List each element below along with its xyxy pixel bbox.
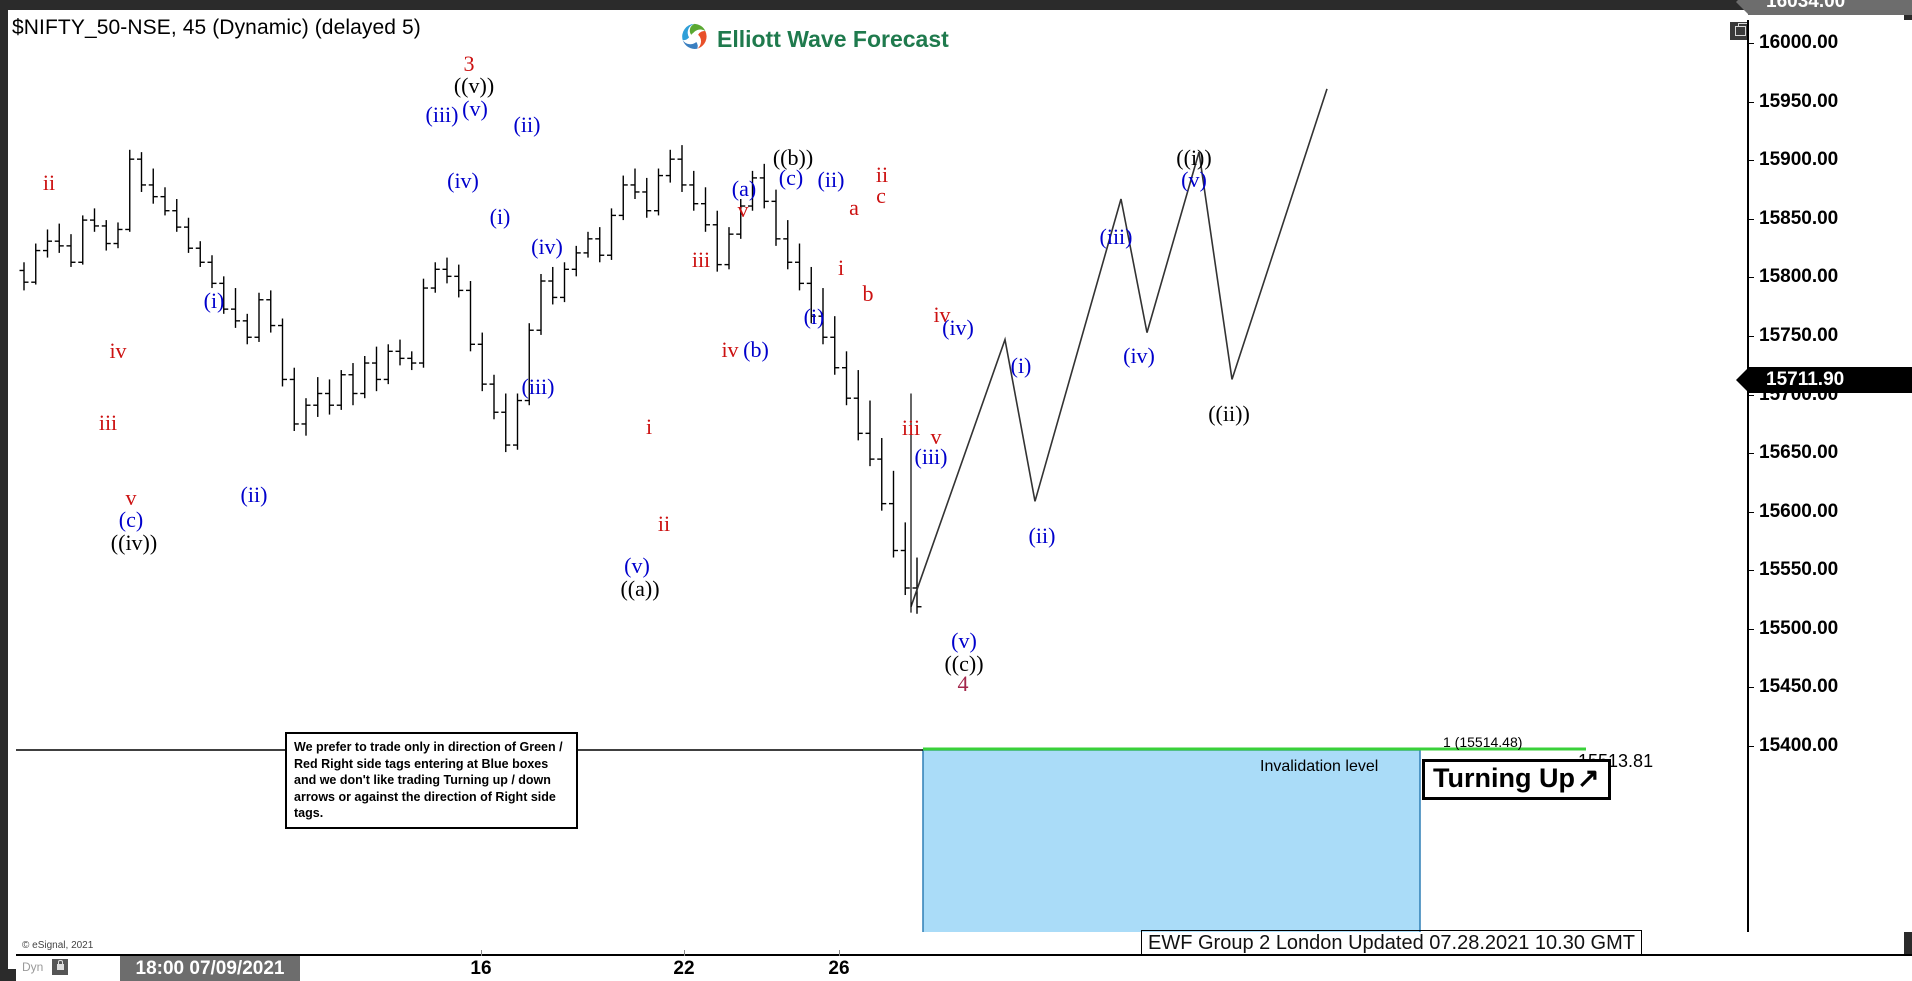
price-tick: 15950.00: [1748, 90, 1839, 112]
wave-label: iii: [98, 410, 118, 435]
wave-label: (ii): [1028, 523, 1056, 548]
turning-up-label: Turning Up: [1433, 763, 1575, 793]
wave-label: ii: [657, 511, 671, 536]
wave-label: (iv): [531, 234, 563, 259]
price-tick: 15850.00: [1748, 207, 1839, 229]
wave-label: (v): [462, 96, 488, 121]
invalidation-level-label: Invalidation level: [1260, 758, 1379, 775]
wave-label: (b): [743, 337, 769, 362]
price-tick: 15800.00: [1748, 266, 1839, 288]
time-axis-selected: 18:00 07/09/2021: [120, 956, 300, 981]
chart-application: $NIFTY_50-NSE, 45 (Dynamic) (delayed 5) …: [0, 0, 1912, 981]
wave-label: (iii): [521, 374, 555, 399]
wave-label: iii: [691, 247, 711, 272]
time-gridline: [684, 950, 685, 956]
wave-label: (i): [489, 204, 511, 229]
wave-label: (i): [1010, 353, 1032, 378]
fib-level-label: 1 (15514.48): [1443, 734, 1523, 750]
wave-label: (ii): [817, 167, 845, 192]
wave-label: (iv): [942, 315, 974, 340]
time-tick: 26: [828, 958, 850, 979]
wave-label: ((ii)): [1208, 401, 1250, 426]
wave-label: (c): [778, 165, 804, 190]
price-axis[interactable]: 16034.00 16000.00 15950.00 15900.00 15850.0…: [1736, 0, 1912, 932]
price-tick: 15450.00: [1748, 676, 1839, 698]
time-gridline: [839, 950, 840, 956]
wave-label: (iv): [447, 168, 479, 193]
price-tick: 15750.00: [1748, 324, 1839, 346]
invalidation-blue-box[interactable]: [922, 749, 1421, 932]
window-chrome-left: [0, 0, 8, 981]
wave-label: ((iv)): [110, 530, 158, 555]
update-stamp: EWF Group 2 London Updated 07.28.2021 10…: [1141, 930, 1642, 957]
time-axis[interactable]: Dyn 18:00 07/09/2021 16 22 26: [16, 950, 1912, 981]
wave-label: (iv): [1123, 343, 1155, 368]
wave-label: v: [737, 197, 749, 222]
time-tick: 16: [470, 958, 492, 979]
wave-label: ii: [875, 162, 889, 187]
last-price-tag: 15711.90: [1736, 366, 1912, 393]
wave-label: (ii): [513, 112, 541, 137]
time-gridline: [481, 950, 482, 956]
dyn-label: Dyn: [22, 960, 44, 974]
lock-icon[interactable]: [52, 959, 68, 975]
wave-label: 4: [957, 671, 969, 696]
chart-canvas: $NIFTY_50-NSE, 45 (Dynamic) (delayed 5) …: [8, 0, 1912, 981]
wave-label: ii: [42, 170, 56, 195]
high-price-tag: 16034.00: [1736, 0, 1912, 16]
wave-label: i: [645, 414, 653, 439]
wave-label: v: [930, 424, 942, 449]
wave-label: (iii): [425, 102, 459, 127]
price-tick: 15500.00: [1748, 617, 1839, 639]
wave-label: iv: [109, 338, 127, 363]
wave-label: i: [837, 255, 845, 280]
wave-label: iii: [901, 415, 921, 440]
turning-up-badge[interactable]: Turning Up ↗: [1422, 759, 1611, 800]
wave-label: a: [849, 195, 859, 220]
price-tick: 15600.00: [1748, 500, 1839, 522]
wave-label: (i): [203, 288, 225, 313]
wave-label: (i): [803, 304, 825, 329]
disclaimer-box: We prefer to trade only in direction of …: [285, 732, 578, 829]
wave-label: (iii): [1099, 224, 1133, 249]
time-tick: 22: [673, 958, 695, 979]
price-tick: 15550.00: [1748, 559, 1839, 581]
price-tick: 15900.00: [1748, 149, 1839, 171]
wave-label: iv: [721, 337, 739, 362]
price-tick: 15650.00: [1748, 442, 1839, 464]
elliott-wave-projection-path: [910, 88, 1328, 607]
up-arrow-icon: ↗: [1576, 763, 1600, 793]
wave-label: b: [862, 281, 874, 306]
price-tick: 16000.00: [1748, 32, 1839, 53]
copyright-text: © eSignal, 2021: [22, 940, 94, 951]
wave-label: ((a)): [620, 576, 660, 601]
window-chrome-top: [0, 0, 1912, 10]
wave-label: (ii): [240, 482, 268, 507]
wave-label: (v): [1181, 167, 1207, 192]
price-tick: 15400.00: [1748, 735, 1839, 756]
